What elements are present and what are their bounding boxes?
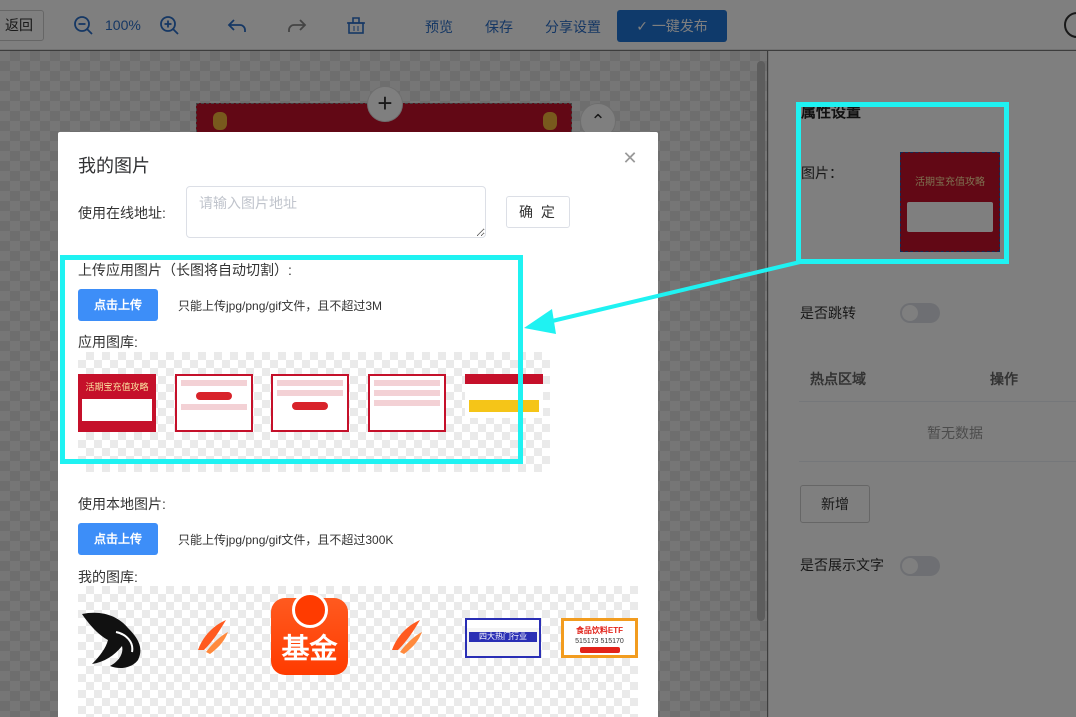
fund-app-icon[interactable]: 基金 (271, 592, 348, 675)
orange-leaf-logo-icon[interactable] (386, 616, 426, 656)
thumb-bar (374, 380, 440, 386)
upload-local-hint: 只能上传jpg/png/gif文件，且不超过300K (178, 533, 394, 547)
online-url-label: 使用在线地址: (78, 205, 166, 221)
app-gallery-thumb-3[interactable] (271, 374, 349, 432)
thumb-yellow-bar (469, 400, 539, 412)
app-gallery-label: 应用图库: (78, 334, 138, 350)
thumb-title: 活期宝充值攻略 (85, 383, 149, 393)
upload-app-hint: 只能上传jpg/png/gif文件，且不超过3M (178, 299, 383, 313)
image-url-input[interactable] (186, 186, 486, 238)
upload-app-button[interactable]: 点击上传 (78, 289, 158, 321)
my-gallery: 基金 四大热门行业 食品饮料ETF 515173 515170 (78, 586, 638, 717)
etf-banner-title: 食品饮料ETF (575, 626, 624, 635)
my-images-dialog: 我的图片 ✕ 使用在线地址: 确 定 上传应用图片（长图将自动切割）: 点击上传… (58, 132, 658, 717)
bird-logo-icon[interactable] (78, 602, 148, 672)
confirm-button[interactable]: 确 定 (506, 196, 570, 228)
thumb-bar (181, 380, 247, 386)
orange-leaf-logo-icon[interactable] (192, 616, 232, 656)
app-gallery-thumb-4[interactable] (368, 374, 446, 432)
local-image-label: 使用本地图片: (78, 496, 166, 512)
banner-header (467, 620, 539, 628)
app-gallery-thumb-1[interactable]: 活期宝充值攻略 (78, 374, 156, 432)
thumb-pill (196, 392, 232, 400)
thumb-bar (277, 390, 343, 396)
thumb-pill (292, 402, 328, 410)
thumb-bar (374, 390, 440, 396)
thumb-bar (277, 380, 343, 386)
my-gallery-label: 我的图库: (78, 569, 138, 585)
dialog-title: 我的图片 (78, 156, 150, 176)
app-gallery-thumb-5[interactable] (465, 374, 543, 418)
banner-text: 四大热门行业 (469, 632, 537, 642)
thumb-bar (374, 400, 440, 406)
thumb-bar (181, 404, 247, 410)
close-icon[interactable]: ✕ (622, 149, 638, 167)
fund-app-text: 基金 (281, 633, 338, 664)
etf-banner-footer (579, 647, 620, 653)
app-gallery: 活期宝充值攻略 (78, 352, 550, 472)
etf-banner-thumb[interactable]: 食品饮料ETF 515173 515170 (561, 618, 638, 658)
fund-app-ring (291, 592, 328, 628)
app-gallery-thumb-2[interactable] (175, 374, 253, 432)
upload-app-label: 上传应用图片（长图将自动切割）: (78, 262, 292, 278)
industry-banner-thumb[interactable]: 四大热门行业 (465, 618, 541, 658)
thumb-card (82, 399, 152, 421)
etf-banner-codes: 515173 515170 (575, 638, 624, 645)
upload-local-button[interactable]: 点击上传 (78, 523, 158, 555)
